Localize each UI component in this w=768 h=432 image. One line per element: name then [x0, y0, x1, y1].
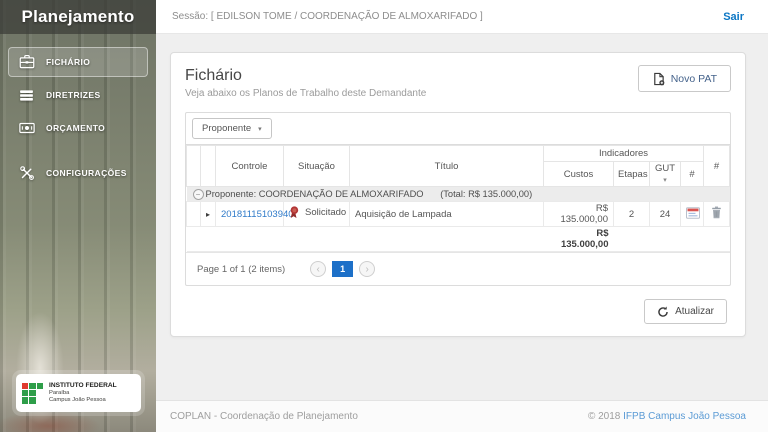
sidebar: Planejamento FICHÁRIO DIRETRIZES ORÇAMEN…: [0, 0, 156, 432]
custos-cell: R$ 135.000,00: [543, 201, 614, 227]
content: Fichário Veja abaixo os Planos de Trabal…: [156, 34, 768, 400]
session-info: Sessão: [ EDILSON TOME / COORDENAÇÃO DE …: [172, 11, 483, 22]
col-header-custos[interactable]: Custos: [543, 161, 614, 187]
chevron-right-icon: ›: [365, 263, 369, 275]
col-header-gut[interactable]: GUT ▾: [649, 161, 681, 187]
group-label: Proponente: COORDENAÇÃO DE ALMOXARIFADO: [205, 188, 424, 199]
sidebar-item-fichario[interactable]: FICHÁRIO: [8, 47, 148, 77]
ifpb-logo-line3: Campus João Pessoa: [49, 397, 106, 404]
calendar-icon[interactable]: [686, 206, 700, 219]
new-document-icon: [652, 72, 665, 86]
sidebar-item-orcamento[interactable]: ORÇAMENTO: [8, 113, 148, 143]
gut-cell: 24: [649, 201, 681, 227]
copyright: © 2018: [587, 411, 621, 422]
fichario-card: Fichário Veja abaixo os Planos de Trabal…: [170, 52, 746, 337]
footer-campus-link[interactable]: IFPB Campus João Pessoa: [623, 411, 746, 422]
sidebar-item-diretrizes[interactable]: DIRETRIZES: [8, 80, 148, 110]
footer: COPLAN - Coordenação de Planejamento © 2…: [156, 400, 768, 432]
status-badge: Solicitado: [305, 207, 347, 218]
pat-table: Controle Situação Título Indicadores # C…: [186, 145, 730, 252]
tools-icon: [17, 164, 36, 183]
briefcase-icon: [17, 53, 36, 72]
col-expand: [200, 145, 216, 187]
ifpb-logo: INSTITUTO FEDERAL Paraíba Campus João Pe…: [16, 374, 141, 412]
ifpb-logo-line2: Paraíba: [49, 389, 70, 396]
header-row-1: Controle Situação Título Indicadores #: [186, 145, 730, 187]
col-header-indicadores: Indicadores: [543, 145, 704, 162]
chevron-left-icon: ‹: [316, 263, 320, 275]
sidebar-item-label: DIRETRIZES: [46, 90, 101, 100]
pagination: Page 1 of 1 (2 items) ‹ 1 ›: [186, 252, 730, 285]
chevron-down-icon: ▾: [258, 125, 262, 133]
group-total: (Total: R$ 135.000,00): [440, 188, 533, 199]
next-page-button[interactable]: ›: [359, 261, 376, 277]
list-icon: [17, 86, 36, 105]
table-row: ▸ 20181115103940 Solicitado Aquisição de…: [186, 201, 730, 227]
col-header-hash: #: [680, 161, 704, 187]
col-header-controle[interactable]: Controle: [215, 145, 284, 187]
prev-page-button[interactable]: ‹: [310, 261, 327, 277]
app-title: Planejamento: [0, 0, 156, 34]
data-grid: Proponente ▾ Controle Situação Título In…: [185, 112, 731, 286]
sidebar-item-configuracoes[interactable]: CONFIGURAÇÕES: [8, 158, 148, 188]
sidebar-item-label: CONFIGURAÇÕES: [46, 168, 127, 178]
novo-pat-button[interactable]: Novo PAT: [637, 65, 731, 92]
logout-link[interactable]: Sair: [723, 11, 744, 23]
footer-text: COPLAN - Coordenação de Planejamento: [170, 411, 358, 422]
ifpb-logo-line1: INSTITUTO FEDERAL: [49, 381, 117, 389]
novo-pat-label: Novo PAT: [670, 72, 717, 85]
refresh-button[interactable]: Atualizar: [644, 299, 727, 324]
sidebar-item-label: FICHÁRIO: [46, 57, 91, 67]
summary-custos: R$ 135.000,00: [560, 228, 609, 250]
chip-label: Proponente: [202, 123, 252, 134]
refresh-icon: [657, 306, 669, 318]
group-row: − Proponente: COORDENAÇÃO DE ALMOXARIFAD…: [186, 186, 730, 202]
summary-row: R$ 135.000,00: [186, 226, 730, 252]
controle-link[interactable]: 20181115103940: [221, 209, 294, 220]
group-by-panel: Proponente ▾: [186, 113, 730, 145]
refresh-label: Atualizar: [675, 306, 714, 317]
etapas-cell: 2: [613, 201, 650, 227]
sort-caret-icon[interactable]: ▾: [663, 177, 667, 184]
titulo-cell: Aquisição de Lampada: [349, 201, 544, 227]
pager-text: Page 1 of 1 (2 items): [197, 263, 286, 275]
col-group-toggle: [186, 145, 201, 187]
proponente-group-chip[interactable]: Proponente ▾: [192, 118, 272, 139]
sidebar-item-label: ORÇAMENTO: [46, 123, 106, 133]
col-header-titulo[interactable]: Título: [349, 145, 544, 187]
expand-row-icon[interactable]: ▸: [206, 210, 210, 219]
topbar: Sessão: [ EDILSON TOME / COORDENAÇÃO DE …: [156, 0, 768, 34]
seal-status-icon: [289, 206, 300, 219]
money-icon: [17, 119, 36, 138]
main-area: Sessão: [ EDILSON TOME / COORDENAÇÃO DE …: [156, 0, 768, 432]
sidebar-nav: FICHÁRIO DIRETRIZES ORÇAMENTO CONFIGURAÇ…: [0, 34, 156, 188]
collapse-group-icon[interactable]: −: [192, 188, 204, 200]
trash-icon[interactable]: [711, 206, 722, 219]
ifpb-logo-icon: [22, 382, 43, 404]
col-header-etapas[interactable]: Etapas: [613, 161, 650, 187]
col-header-actions: #: [703, 145, 730, 187]
page-number-button[interactable]: 1: [332, 261, 354, 277]
col-header-situacao[interactable]: Situação: [283, 145, 350, 187]
